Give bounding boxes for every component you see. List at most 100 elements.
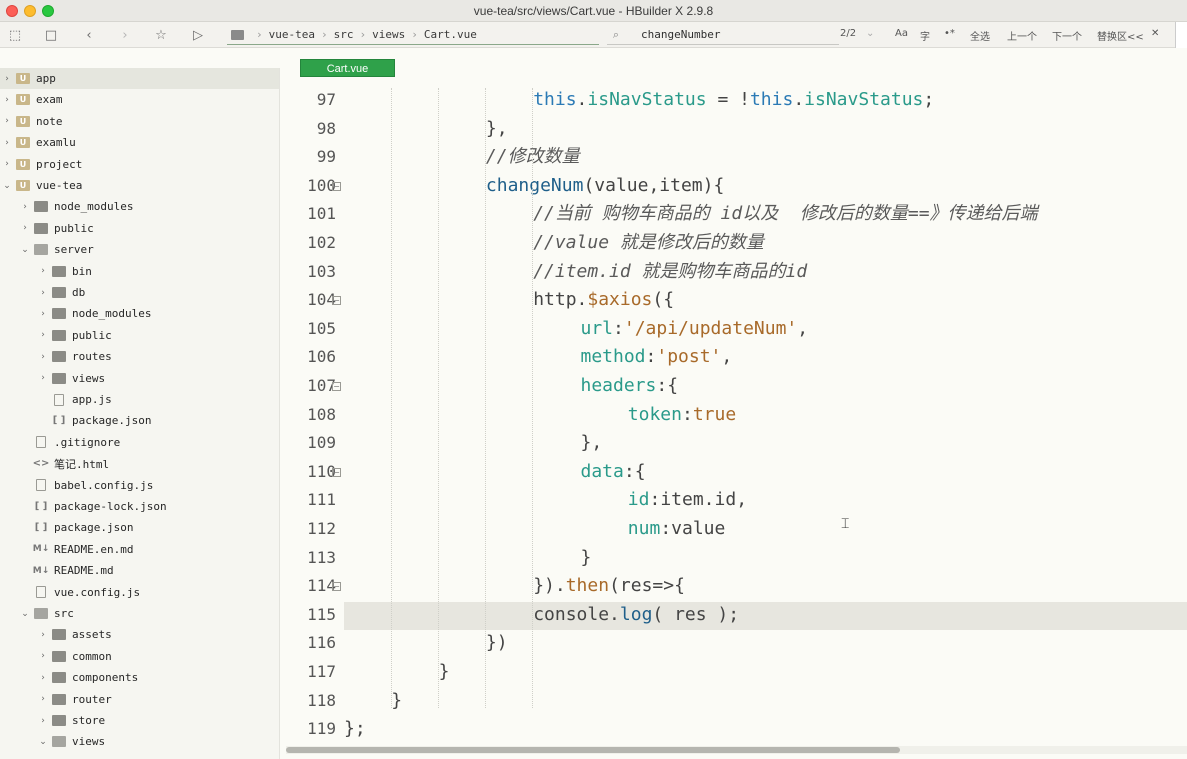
chevron-right-icon[interactable]: › bbox=[20, 223, 30, 233]
fold-toggle-icon[interactable]: − bbox=[332, 382, 341, 391]
save-icon[interactable]: □ bbox=[42, 26, 60, 44]
replace-toggle-button[interactable]: 替换区<< bbox=[1097, 28, 1144, 43]
tree-item[interactable]: [ ] package.json bbox=[0, 517, 279, 538]
tree-item[interactable]: › Uexamlu bbox=[0, 132, 279, 153]
tree-item[interactable]: › store bbox=[0, 710, 279, 731]
chevron-right-icon[interactable]: › bbox=[20, 202, 30, 212]
code-line[interactable]: url:'/api/updateNum', bbox=[344, 315, 809, 343]
tree-item[interactable]: ⌄ views bbox=[0, 731, 279, 752]
code-line[interactable]: data:{ bbox=[344, 458, 646, 486]
code-line[interactable]: //当前 购物车商品的 id以及 修改后的数量==》传递给后端 bbox=[344, 200, 1037, 228]
chevron-down-icon[interactable]: ⌄ bbox=[2, 181, 12, 191]
breadcrumb-item[interactable]: src bbox=[334, 28, 354, 41]
tree-item[interactable]: [ ] package-lock.json bbox=[0, 496, 279, 517]
breadcrumb-item[interactable]: Cart.vue bbox=[424, 28, 477, 41]
back-icon[interactable]: ‹ bbox=[80, 26, 98, 44]
tree-item[interactable]: ⌄ src bbox=[0, 603, 279, 624]
code-line[interactable]: } bbox=[344, 687, 402, 715]
horizontal-scrollbar[interactable] bbox=[286, 746, 1187, 754]
tree-item[interactable]: › bin bbox=[0, 261, 279, 282]
code-line[interactable]: } bbox=[344, 544, 592, 572]
find-prev-button[interactable]: 上一个 bbox=[1007, 28, 1037, 43]
tree-item[interactable]: › common bbox=[0, 646, 279, 667]
code-line[interactable]: //item.id 就是购物车商品的id bbox=[344, 258, 807, 286]
chevron-right-icon[interactable]: › bbox=[38, 330, 48, 340]
scrollbar-thumb[interactable] bbox=[286, 747, 900, 753]
code-line[interactable]: }, bbox=[344, 115, 508, 143]
chevron-right-icon[interactable]: › bbox=[38, 373, 48, 383]
tab-cart-vue[interactable]: Cart.vue bbox=[300, 59, 395, 77]
tree-item[interactable]: › views bbox=[0, 368, 279, 389]
code-line[interactable]: }).then(res=>{ bbox=[344, 572, 685, 600]
code-line[interactable]: changeNum(value,item){ bbox=[344, 172, 724, 200]
tree-item[interactable]: › Uexam bbox=[0, 89, 279, 110]
run-icon[interactable]: ▷ bbox=[189, 26, 207, 44]
whole-word-toggle[interactable]: 字 bbox=[920, 28, 930, 43]
chevron-right-icon[interactable]: › bbox=[2, 159, 12, 169]
chevron-right-icon[interactable]: › bbox=[2, 116, 12, 126]
code-line[interactable]: method:'post', bbox=[344, 343, 733, 371]
select-all-button[interactable]: 全选 bbox=[970, 28, 990, 43]
fold-toggle-icon[interactable]: − bbox=[332, 296, 341, 306]
regex-toggle[interactable]: •* bbox=[944, 28, 955, 39]
tree-item[interactable]: [ ] package.json bbox=[0, 410, 279, 431]
code-line[interactable]: num:value bbox=[344, 515, 726, 543]
chevron-right-icon[interactable]: › bbox=[38, 352, 48, 362]
breadcrumb-item[interactable]: vue-tea bbox=[269, 28, 315, 41]
chevron-down-icon[interactable]: ⌄ bbox=[20, 245, 30, 255]
chevron-right-icon[interactable]: › bbox=[38, 288, 48, 298]
search-input[interactable]: ⌕ changeNumber bbox=[607, 25, 839, 45]
chevron-right-icon[interactable]: › bbox=[38, 673, 48, 683]
tree-item[interactable]: › Unote bbox=[0, 111, 279, 132]
code-line[interactable]: //修改数量 bbox=[344, 143, 580, 171]
tree-item[interactable]: babel.config.js bbox=[0, 475, 279, 496]
tree-item[interactable]: › node_modules bbox=[0, 196, 279, 217]
fold-toggle-icon[interactable]: − bbox=[332, 181, 341, 191]
tree-item[interactable]: ⌄ server bbox=[0, 239, 279, 260]
tree-item[interactable]: vue.config.js bbox=[0, 582, 279, 603]
breadcrumb-item[interactable]: views bbox=[372, 28, 405, 41]
chevron-down-icon[interactable]: ⌄ bbox=[866, 28, 874, 39]
close-find-icon[interactable]: ✕ bbox=[1151, 28, 1159, 39]
chevron-down-icon[interactable]: ⌄ bbox=[20, 609, 30, 619]
tree-item[interactable]: › public bbox=[0, 325, 279, 346]
code-line[interactable]: console.log( res ); bbox=[344, 601, 739, 629]
new-file-icon[interactable]: ⬚ bbox=[6, 26, 24, 44]
chevron-right-icon[interactable]: › bbox=[38, 651, 48, 661]
tree-item[interactable]: › routes bbox=[0, 346, 279, 367]
tree-item[interactable]: › components bbox=[0, 667, 279, 688]
code-line[interactable]: }, bbox=[344, 429, 603, 457]
tree-item[interactable]: M↓ README.en.md bbox=[0, 539, 279, 560]
code-line[interactable]: headers:{ bbox=[344, 372, 679, 400]
chevron-right-icon[interactable]: › bbox=[2, 138, 12, 148]
chevron-right-icon[interactable]: › bbox=[38, 694, 48, 704]
tree-item[interactable]: › db bbox=[0, 282, 279, 303]
tree-item[interactable]: .gitignore bbox=[0, 432, 279, 453]
code-editor[interactable]: Cart.vue ⌶ 97 this.isNavStatus = !this.is… bbox=[286, 58, 1187, 759]
code-line[interactable]: token:true bbox=[344, 401, 736, 429]
fold-toggle-icon[interactable]: − bbox=[332, 467, 341, 477]
fold-toggle-icon[interactable]: − bbox=[332, 582, 341, 592]
code-line[interactable]: }; bbox=[344, 715, 366, 743]
chevron-right-icon[interactable]: › bbox=[38, 266, 48, 276]
match-case-toggle[interactable]: Aa bbox=[895, 28, 908, 39]
chevron-down-icon[interactable]: ⌄ bbox=[38, 737, 48, 747]
forward-icon[interactable]: › bbox=[116, 26, 134, 44]
code-line[interactable]: http.$axios({ bbox=[344, 286, 674, 314]
tree-item[interactable]: › Uproject bbox=[0, 154, 279, 175]
tree-item[interactable]: M↓ README.md bbox=[0, 560, 279, 581]
star-icon[interactable]: ☆ bbox=[152, 26, 170, 44]
tree-item[interactable]: app.js bbox=[0, 389, 279, 410]
chevron-right-icon[interactable]: › bbox=[38, 309, 48, 319]
code-line[interactable]: id:item.id, bbox=[344, 486, 747, 514]
tree-item[interactable]: › router bbox=[0, 689, 279, 710]
code-line[interactable]: this.isNavStatus = !this.isNavStatus; bbox=[344, 86, 934, 114]
find-next-button[interactable]: 下一个 bbox=[1052, 28, 1082, 43]
tree-item[interactable]: ⌄ Uvue-tea bbox=[0, 175, 279, 196]
chevron-right-icon[interactable]: › bbox=[2, 74, 12, 84]
tree-item[interactable]: › public bbox=[0, 218, 279, 239]
code-line[interactable]: //value 就是修改后的数量 bbox=[344, 229, 764, 257]
tree-item[interactable]: › Uapp bbox=[0, 68, 279, 89]
code-line[interactable]: }) bbox=[344, 629, 508, 657]
tree-item[interactable]: › node_modules bbox=[0, 303, 279, 324]
